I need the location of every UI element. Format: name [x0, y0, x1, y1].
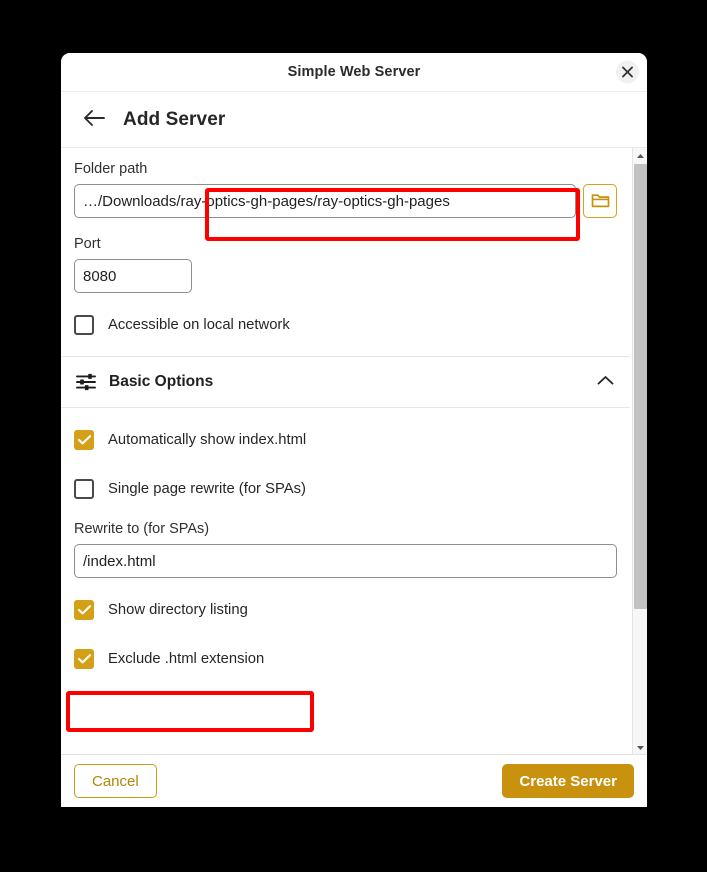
- basic-options-section-header[interactable]: Basic Options: [61, 356, 630, 408]
- show-directory-listing-row[interactable]: Show directory listing: [61, 593, 630, 627]
- accessible-local-network-checkbox[interactable]: [74, 315, 94, 335]
- exclude-html-extension-checkbox[interactable]: [74, 649, 94, 669]
- rewrite-to-input[interactable]: [74, 544, 617, 578]
- folder-browse-button[interactable]: [583, 184, 617, 218]
- exclude-html-extension-checkbox-row[interactable]: Exclude .html extension: [61, 642, 630, 676]
- tune-icon: [76, 373, 96, 391]
- form-scroll-area: Folder path Port: [61, 148, 647, 754]
- simple-web-server-window: Simple Web Server Add Server Folder path: [61, 53, 647, 807]
- show-directory-listing-checkbox[interactable]: [74, 600, 94, 620]
- page-header: Add Server: [61, 92, 647, 148]
- single-page-rewrite-checkbox[interactable]: [74, 479, 94, 499]
- single-page-rewrite-label: Single page rewrite (for SPAs): [108, 481, 306, 497]
- page-title: Add Server: [123, 108, 226, 130]
- rewrite-to-label: Rewrite to (for SPAs): [74, 521, 210, 537]
- folder-path-label: Folder path: [74, 161, 148, 177]
- port-label: Port: [74, 236, 101, 252]
- basic-options-title: Basic Options: [109, 373, 214, 390]
- scroll-down-button[interactable]: [633, 740, 647, 754]
- back-button[interactable]: [79, 105, 109, 135]
- folder-path-row: [61, 184, 630, 218]
- scrollbar-thumb[interactable]: [634, 164, 647, 609]
- close-icon: [622, 66, 633, 78]
- accessible-local-network-label: Accessible on local network: [108, 317, 290, 333]
- show-directory-listing-label: Show directory listing: [108, 602, 248, 618]
- scroll-up-button[interactable]: [633, 148, 647, 162]
- exclude-html-extension-label: Exclude .html extension: [108, 651, 265, 667]
- app-title: Simple Web Server: [287, 64, 421, 80]
- single-page-rewrite-row[interactable]: Single page rewrite (for SPAs): [61, 472, 630, 506]
- auto-show-index-checkbox[interactable]: [74, 430, 94, 450]
- accessible-local-network-row[interactable]: Accessible on local network: [61, 308, 630, 342]
- close-button[interactable]: [616, 60, 639, 84]
- arrow-left-icon: [82, 108, 106, 131]
- port-row: [61, 259, 630, 293]
- form-content: Folder path Port: [61, 148, 630, 691]
- create-server-button[interactable]: Create Server: [502, 764, 634, 798]
- rewrite-to-row: [61, 544, 630, 578]
- window-title-bar: Simple Web Server: [61, 53, 647, 92]
- folder-path-input[interactable]: [74, 184, 576, 218]
- chevron-up-icon[interactable]: [597, 373, 614, 391]
- auto-show-index-row[interactable]: Automatically show index.html: [61, 423, 630, 457]
- cancel-button[interactable]: Cancel: [74, 764, 157, 798]
- dialog-footer: Cancel Create Server: [61, 754, 647, 807]
- auto-show-index-label: Automatically show index.html: [108, 432, 307, 448]
- folder-icon: [591, 192, 610, 211]
- triangle-down-icon: [636, 738, 645, 754]
- triangle-up-icon: [636, 148, 645, 164]
- vertical-scrollbar[interactable]: [632, 148, 647, 754]
- port-input[interactable]: [74, 259, 192, 293]
